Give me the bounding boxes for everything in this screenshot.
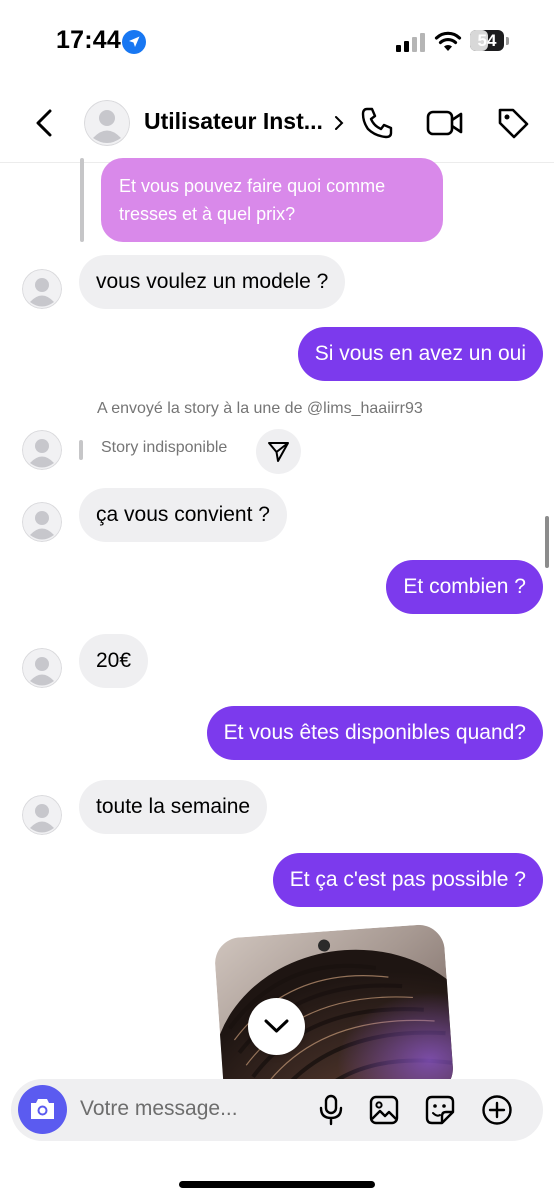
chevron-down-icon xyxy=(264,1019,289,1033)
tag-icon[interactable] xyxy=(496,106,530,140)
plus-icon[interactable] xyxy=(481,1094,513,1126)
home-indicator[interactable] xyxy=(179,1181,375,1188)
chevron-right-icon[interactable] xyxy=(332,114,346,132)
location-arrow-icon xyxy=(122,30,146,54)
avatar xyxy=(22,502,62,542)
avatar xyxy=(22,430,62,470)
back-icon[interactable] xyxy=(30,108,60,138)
phone-icon[interactable] xyxy=(360,106,394,140)
username[interactable]: Utilisateur Inst... xyxy=(144,108,323,135)
avatar xyxy=(22,795,62,835)
message-outgoing[interactable]: Et combien ? xyxy=(386,560,543,614)
message-outgoing[interactable]: Si vous en avez un oui xyxy=(297,327,543,381)
video-call-icon[interactable] xyxy=(426,106,464,140)
sticker-icon[interactable] xyxy=(424,1094,456,1126)
share-button[interactable] xyxy=(256,429,301,474)
scrollbar[interactable] xyxy=(545,516,549,568)
send-icon xyxy=(268,442,289,462)
message-incoming[interactable]: toute la semaine xyxy=(79,780,268,834)
avatar xyxy=(22,269,62,309)
camera-button[interactable] xyxy=(18,1085,67,1134)
message-incoming[interactable]: ça vous convient ? xyxy=(79,488,287,542)
avatar xyxy=(22,648,62,688)
battery-level: 54 xyxy=(477,31,497,50)
status-time: 17:44 xyxy=(56,26,121,54)
message-outgoing[interactable]: Et ça c'est pas possible ? xyxy=(272,853,543,907)
battery-icon: 54 xyxy=(470,30,510,52)
scroll-down-button[interactable] xyxy=(248,998,305,1055)
story-share-note: A envoyé la story à la une de @lims_haai… xyxy=(97,400,423,417)
quoted-message[interactable]: Et vous pouvez faire quoi comme tresses … xyxy=(101,158,443,242)
message-incoming[interactable]: 20€ xyxy=(79,634,149,688)
reply-indicator xyxy=(80,158,84,242)
wifi-icon xyxy=(434,31,462,51)
message-incoming[interactable]: vous voulez un modele ? xyxy=(79,255,346,309)
microphone-icon[interactable] xyxy=(315,1094,347,1126)
message-outgoing[interactable]: Et vous êtes disponibles quand? xyxy=(206,706,543,760)
signal-icon xyxy=(396,33,425,52)
story-indicator xyxy=(79,440,83,460)
story-unavailable: Story indisponible xyxy=(101,439,228,456)
gallery-icon[interactable] xyxy=(368,1094,400,1126)
camera-icon xyxy=(31,1099,54,1119)
message-input[interactable]: Votre message... xyxy=(80,1097,238,1121)
avatar[interactable] xyxy=(84,100,130,146)
